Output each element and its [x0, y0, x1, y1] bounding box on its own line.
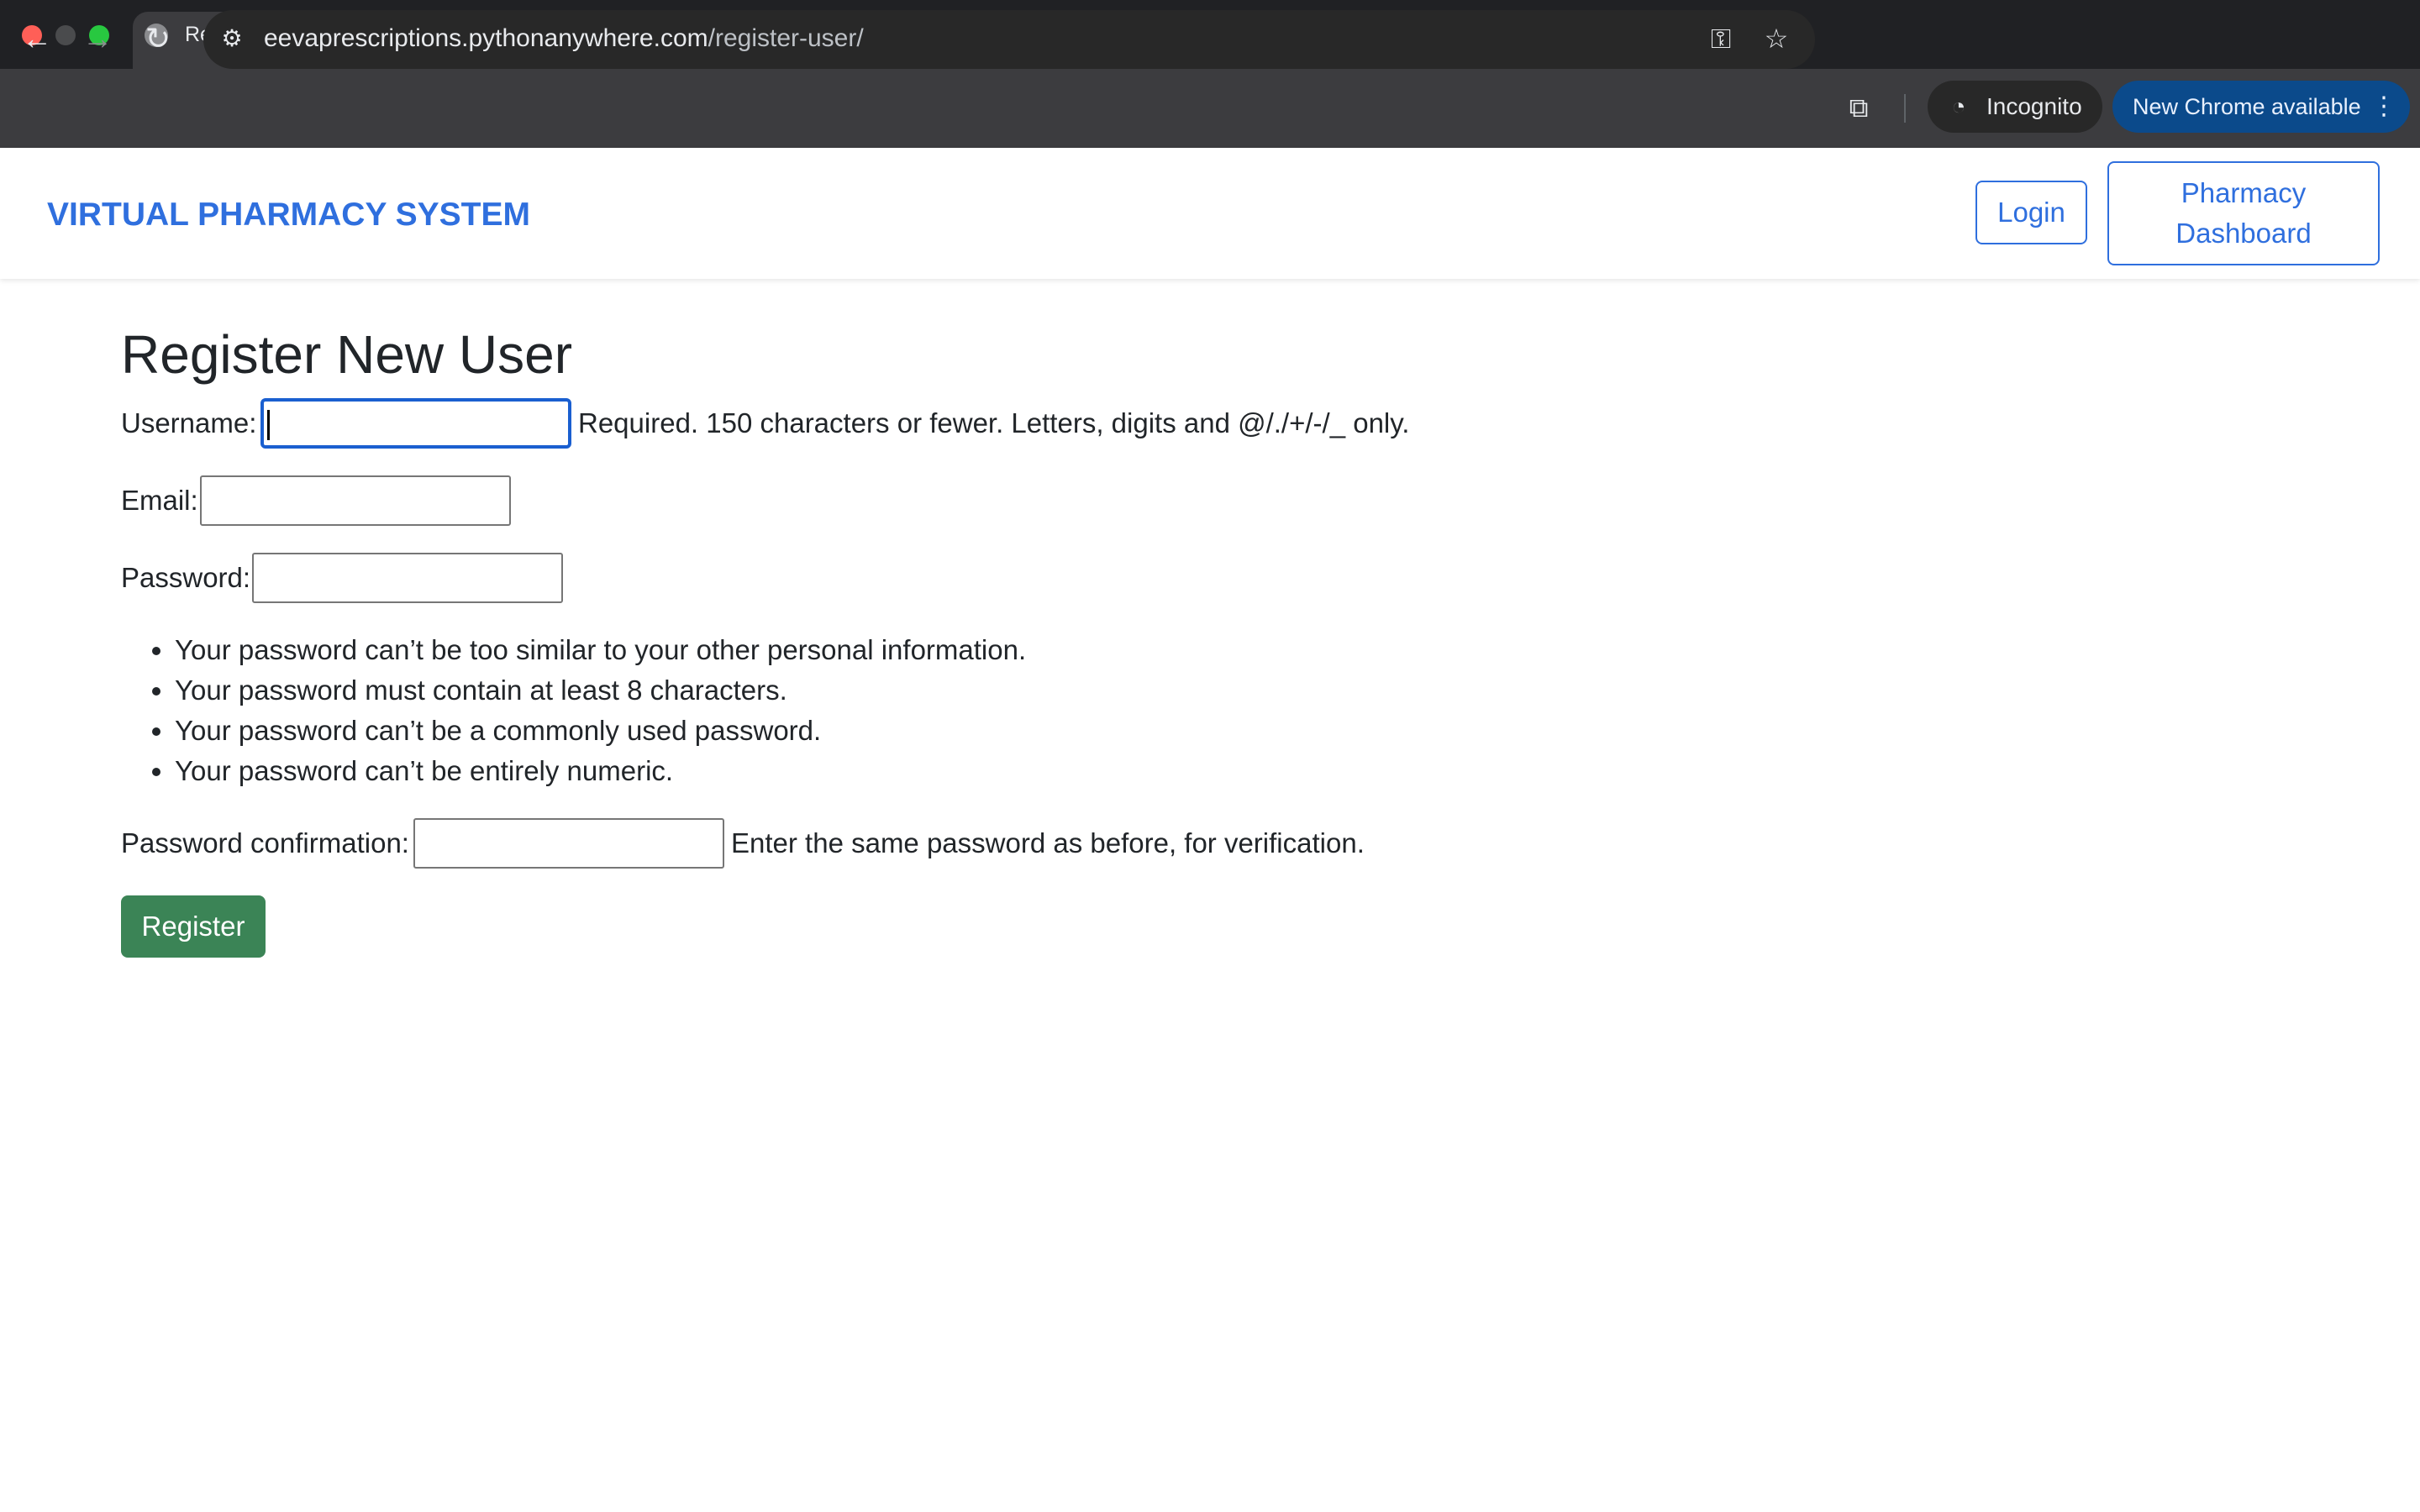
back-arrow-icon[interactable]: ←	[17, 18, 57, 59]
minimize-window-button[interactable]	[55, 25, 76, 45]
register-button[interactable]: Register	[121, 895, 266, 958]
pharmacy-dashboard-button[interactable]: Pharmacy Dashboard	[2107, 161, 2380, 265]
username-help-text: Required. 150 characters or fewer. Lette…	[578, 407, 1410, 438]
page-title: Register New User	[121, 324, 573, 385]
username-input[interactable]	[260, 398, 571, 449]
username-label: Username:	[121, 407, 257, 438]
url-text[interactable]: eevaprescriptions.pythonanywhere.com/reg…	[264, 24, 864, 54]
email-label: Email:	[121, 485, 198, 516]
key-icon[interactable]: ⚿	[1701, 18, 1741, 59]
password-input[interactable]	[252, 553, 563, 603]
menu-icon[interactable]: ⋮	[2371, 91, 2396, 123]
url-path: /register-user/	[708, 24, 864, 52]
toolbar-divider	[1904, 94, 1906, 123]
site-brand[interactable]: VIRTUAL PHARMACY SYSTEM	[47, 195, 530, 235]
password-confirmation-help-text: Enter the same password as before, for v…	[731, 827, 1365, 858]
cast-icon[interactable]: ⧉	[1839, 87, 1879, 128]
reload-icon[interactable]: ↻	[138, 18, 178, 59]
login-button[interactable]: Login	[1975, 181, 2087, 244]
password-confirmation-label: Password confirmation:	[121, 827, 409, 858]
url-host: eevaprescriptions.pythonanywhere.com	[264, 24, 708, 52]
incognito-label: Incognito	[1986, 93, 2082, 119]
password-label: Password:	[121, 562, 251, 593]
text-caret	[267, 410, 270, 440]
password-rules-list: Your password can’t be too similar to yo…	[121, 630, 1026, 791]
list-item: Your password must contain at least 8 ch…	[175, 670, 1026, 711]
list-item: Your password can’t be too similar to yo…	[175, 630, 1026, 670]
forward-arrow-icon[interactable]: →	[77, 18, 118, 59]
incognito-icon: ◔	[1951, 93, 1966, 119]
list-item: Your password can’t be entirely numeric.	[175, 751, 1026, 791]
password-confirmation-input[interactable]	[413, 818, 724, 869]
email-input[interactable]	[200, 475, 511, 526]
update-chrome-label: New Chrome available	[2133, 94, 2361, 119]
list-item: Your password can’t be a commonly used p…	[175, 711, 1026, 751]
star-icon[interactable]: ☆	[1756, 18, 1797, 59]
site-info-icon[interactable]: ⚙	[217, 24, 247, 54]
